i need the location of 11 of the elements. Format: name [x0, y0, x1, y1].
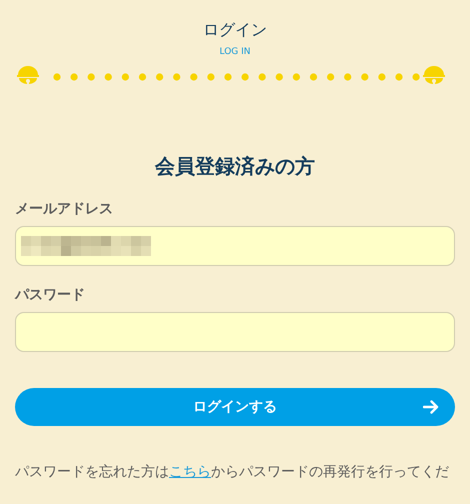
- reset-link[interactable]: こちら: [169, 464, 211, 480]
- page-subtitle: LOG IN: [220, 46, 250, 58]
- forgot-password-text: パスワードを忘れた方はこちらからパスワードの再発行を行ってくだ: [15, 463, 450, 482]
- field-label: メールアドレス: [15, 200, 113, 218]
- input-field[interactable]: [15, 226, 455, 266]
- page-title: ログイン: [203, 20, 267, 40]
- login-button[interactable]: ログインする: [15, 388, 455, 426]
- field-label: パスワード: [15, 286, 85, 304]
- section-heading: 会員登録済みの方: [154, 153, 316, 180]
- input-field[interactable]: [15, 312, 455, 352]
- arrow-right-icon: [423, 400, 439, 414]
